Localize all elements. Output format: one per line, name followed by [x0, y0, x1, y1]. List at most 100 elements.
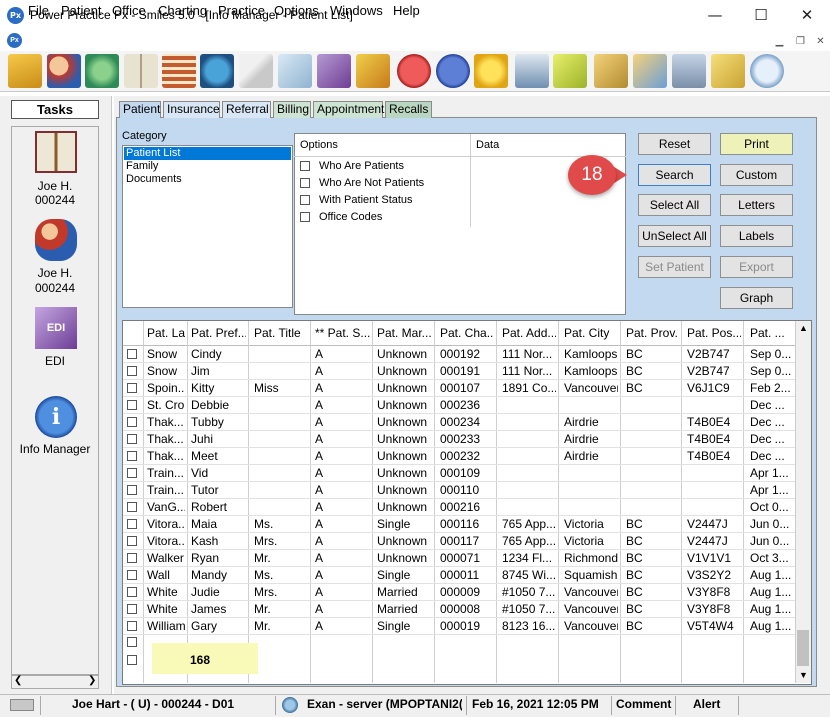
- row-checkbox[interactable]: [127, 519, 137, 529]
- tab-billing[interactable]: Billing: [273, 101, 311, 118]
- scroll-down-icon[interactable]: ▼: [799, 670, 808, 680]
- cabinet-icon[interactable]: [594, 54, 628, 88]
- tasks-horizontal-scrollbar[interactable]: [11, 675, 99, 689]
- menu-file[interactable]: File: [28, 3, 49, 18]
- unselect-all-button[interactable]: UnSelect All: [638, 225, 711, 247]
- column-header[interactable]: Pat. City: [564, 326, 618, 340]
- option-checkbox[interactable]: [300, 178, 310, 188]
- notes-icon[interactable]: [278, 54, 312, 88]
- set-patient-button[interactable]: Set Patient: [638, 256, 711, 278]
- scroll-right-icon[interactable]: ❯: [88, 675, 96, 686]
- row-checkbox[interactable]: [127, 621, 137, 631]
- option-office-codes[interactable]: Office Codes: [319, 210, 382, 227]
- menu-options[interactable]: Options: [274, 3, 319, 18]
- row-checkbox[interactable]: [127, 349, 137, 359]
- menu-windows[interactable]: Windows: [330, 3, 383, 18]
- search-button[interactable]: Search: [638, 164, 711, 186]
- mdi-restore-icon[interactable]: ❐: [792, 35, 809, 49]
- column-header[interactable]: Pat. Mar...: [377, 326, 432, 340]
- row-checkbox[interactable]: [127, 451, 137, 461]
- option-who-are-not-patients[interactable]: Who Are Not Patients: [319, 176, 424, 193]
- row-checkbox[interactable]: [127, 366, 137, 376]
- column-header[interactable]: ** Pat. S...: [315, 326, 370, 340]
- column-header[interactable]: Pat. Title: [254, 326, 308, 340]
- scrollbar-thumb[interactable]: [797, 630, 809, 666]
- category-item-family[interactable]: Family: [124, 160, 291, 173]
- scroll-left-icon[interactable]: ❮: [14, 675, 22, 686]
- row-checkbox[interactable]: [127, 570, 137, 580]
- option-with-patient-status[interactable]: With Patient Status: [319, 193, 413, 210]
- edi-icon[interactable]: [317, 54, 351, 88]
- row-checkbox[interactable]: [127, 604, 137, 614]
- option-checkbox[interactable]: [300, 195, 310, 205]
- menu-practice[interactable]: Practice: [218, 3, 265, 18]
- stop-icon[interactable]: [397, 54, 431, 88]
- info-icon[interactable]: i: [35, 396, 77, 438]
- row-checkbox[interactable]: [127, 637, 137, 647]
- column-header[interactable]: Pat. Cha...: [440, 326, 494, 340]
- document-system-icon[interactable]: Px: [7, 33, 22, 48]
- reset-button[interactable]: Reset: [638, 133, 711, 155]
- calendar-icon[interactable]: [162, 54, 196, 88]
- folder-open-icon[interactable]: [8, 54, 42, 88]
- option-who-are-patients[interactable]: Who Are Patients: [319, 159, 404, 176]
- category-item-documents[interactable]: Documents: [124, 173, 291, 186]
- chart-book-icon[interactable]: [35, 131, 77, 173]
- row-checkbox[interactable]: [127, 485, 137, 495]
- spray-icon[interactable]: [515, 54, 549, 88]
- star-icon[interactable]: [474, 54, 508, 88]
- task-sub[interactable]: 000244: [11, 193, 99, 208]
- patients-icon[interactable]: [35, 219, 77, 261]
- help-icon[interactable]: [436, 54, 470, 88]
- app-logo-icon[interactable]: Px: [7, 7, 24, 24]
- labels-button[interactable]: Labels: [720, 225, 793, 247]
- row-checkbox[interactable]: [127, 400, 137, 410]
- gift-icon[interactable]: [356, 54, 390, 88]
- row-checkbox[interactable]: [127, 553, 137, 563]
- tab-referral[interactable]: Referral: [222, 101, 271, 118]
- patients-icon[interactable]: [47, 54, 81, 88]
- menu-office[interactable]: Office: [112, 3, 146, 18]
- tab-patient[interactable]: Patient: [119, 101, 161, 118]
- letters-button[interactable]: Letters: [720, 194, 793, 216]
- tab-insurance[interactable]: Insurance: [163, 101, 220, 118]
- close-button[interactable]: ✕: [784, 0, 830, 31]
- mdi-minimize-icon[interactable]: ▁: [771, 35, 788, 49]
- column-header[interactable]: Pat. Add...: [502, 326, 556, 340]
- status-alert[interactable]: Alert: [693, 697, 720, 714]
- tab-recalls[interactable]: Recalls: [385, 101, 432, 118]
- edi-icon[interactable]: EDI: [35, 307, 77, 349]
- row-checkbox[interactable]: [127, 417, 137, 427]
- task-sub[interactable]: 000244: [11, 281, 99, 296]
- mdi-close-icon[interactable]: ✕: [812, 35, 829, 49]
- row-checkbox[interactable]: [127, 502, 137, 512]
- row-checkbox[interactable]: [127, 655, 137, 665]
- row-checkbox[interactable]: [127, 587, 137, 597]
- globe-icon[interactable]: [200, 54, 234, 88]
- folders-icon[interactable]: [711, 54, 745, 88]
- task-label[interactable]: EDI: [11, 354, 99, 369]
- recycle-icon[interactable]: [85, 54, 119, 88]
- column-header[interactable]: Pat. Las...: [147, 326, 185, 340]
- column-header[interactable]: Pat. Pref...: [191, 326, 246, 340]
- category-item-patient-list[interactable]: Patient List: [124, 147, 291, 160]
- option-checkbox[interactable]: [300, 212, 310, 222]
- grid-vertical-scrollbar[interactable]: [795, 321, 811, 683]
- option-checkbox[interactable]: [300, 161, 310, 171]
- select-all-button[interactable]: Select All: [638, 194, 711, 216]
- task-label[interactable]: Info Manager: [11, 442, 99, 457]
- monitor-folder-icon[interactable]: [633, 54, 667, 88]
- postit-icon[interactable]: [553, 54, 587, 88]
- mail-icon[interactable]: [239, 54, 273, 88]
- menu-help[interactable]: Help: [393, 3, 420, 18]
- column-header[interactable]: Pat. Pos...: [687, 326, 741, 340]
- print-button[interactable]: Print: [720, 133, 793, 155]
- calculator-icon[interactable]: [672, 54, 706, 88]
- status-comment[interactable]: Comment: [616, 697, 671, 714]
- scroll-up-icon[interactable]: ▲: [799, 323, 808, 333]
- column-header[interactable]: Pat. Prov.: [626, 326, 679, 340]
- custom-button[interactable]: Custom: [720, 164, 793, 186]
- task-label[interactable]: Joe H.: [11, 266, 99, 281]
- maximize-button[interactable]: ☐: [738, 0, 784, 31]
- row-checkbox[interactable]: [127, 468, 137, 478]
